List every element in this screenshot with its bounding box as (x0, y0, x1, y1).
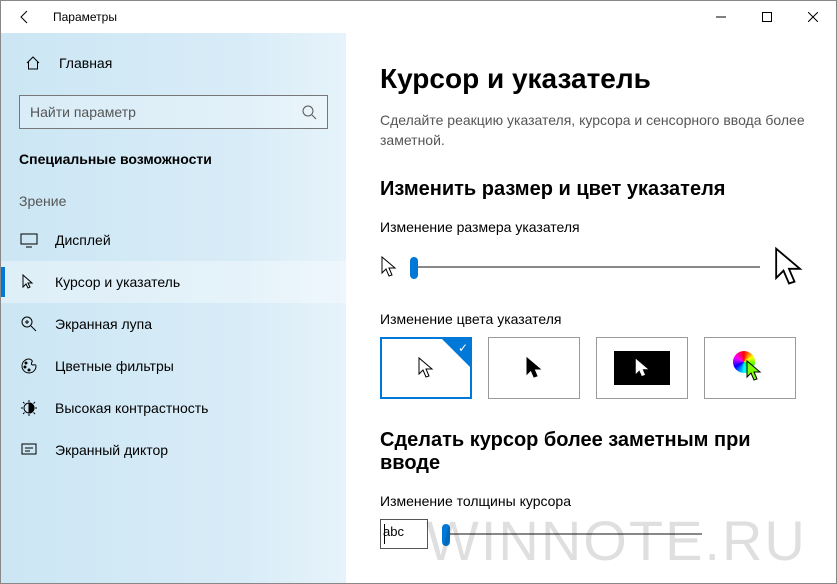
back-button[interactable] (1, 1, 49, 33)
page-title: Курсор и указатель (380, 63, 806, 95)
minimize-button[interactable] (698, 1, 744, 33)
sidebar-item-colorfilters[interactable]: Цветные фильтры (1, 345, 346, 387)
sidebar-item-label: Курсор и указатель (55, 274, 180, 290)
sidebar-item-cursor[interactable]: Курсор и указатель (1, 261, 346, 303)
contrast-icon (19, 398, 39, 418)
cursor-thickness-label: Изменение толщины курсора (380, 493, 806, 509)
search-input[interactable]: Найти параметр (19, 95, 328, 129)
sidebar-item-label: Дисплей (55, 232, 111, 248)
magnifier-icon (19, 314, 39, 334)
pointer-color-custom[interactable] (704, 337, 796, 399)
thickness-preview: abc (380, 519, 428, 549)
cursor-small-icon (380, 255, 398, 279)
pointer-color-white[interactable]: ✓ (380, 337, 472, 399)
cursor-thickness-slider[interactable] (442, 533, 702, 535)
sidebar-item-label: Экранная лупа (55, 316, 152, 332)
pointer-color-label: Изменение цвета указателя (380, 311, 806, 327)
main-content: Курсор и указатель Сделайте реакцию указ… (346, 33, 836, 583)
close-button[interactable] (790, 1, 836, 33)
sidebar: Главная Найти параметр Специальные возмо… (1, 33, 346, 583)
sidebar-item-label: Высокая контрастность (55, 400, 208, 416)
narrator-icon (19, 440, 39, 460)
sidebar-item-display[interactable]: Дисплей (1, 219, 346, 261)
maximize-button[interactable] (744, 1, 790, 33)
sidebar-item-highcontrast[interactable]: Высокая контрастность (1, 387, 346, 429)
check-icon: ✓ (458, 341, 468, 355)
pointer-size-label: Изменение размера указателя (380, 219, 806, 235)
sidebar-item-narrator[interactable]: Экранный диктор (1, 429, 346, 471)
group-label: Зрение (1, 185, 346, 219)
search-placeholder: Найти параметр (30, 104, 301, 120)
page-description: Сделайте реакцию указателя, курсора и се… (380, 111, 806, 150)
cursor-icon (19, 272, 39, 292)
slider-thumb[interactable] (442, 524, 450, 546)
pointer-color-inverted[interactable] (596, 337, 688, 399)
category-heading: Специальные возможности (1, 143, 346, 185)
palette-icon (19, 356, 39, 376)
search-icon (301, 104, 317, 120)
cursor-large-icon (772, 245, 806, 289)
display-icon (19, 230, 39, 250)
pointer-color-black[interactable] (488, 337, 580, 399)
slider-thumb[interactable] (410, 257, 418, 279)
sidebar-item-label: Цветные фильтры (55, 358, 174, 374)
home-icon (23, 53, 43, 73)
section-size-color: Изменить размер и цвет указателя (380, 178, 806, 201)
sidebar-item-magnifier[interactable]: Экранная лупа (1, 303, 346, 345)
home-label: Главная (59, 55, 112, 71)
section-cursor-visible: Сделать курсор более заметным при вводе (380, 429, 806, 475)
sidebar-item-label: Экранный диктор (55, 442, 168, 458)
pointer-size-slider[interactable] (410, 266, 760, 268)
window-title: Параметры (49, 10, 117, 24)
home-link[interactable]: Главная (1, 43, 346, 83)
